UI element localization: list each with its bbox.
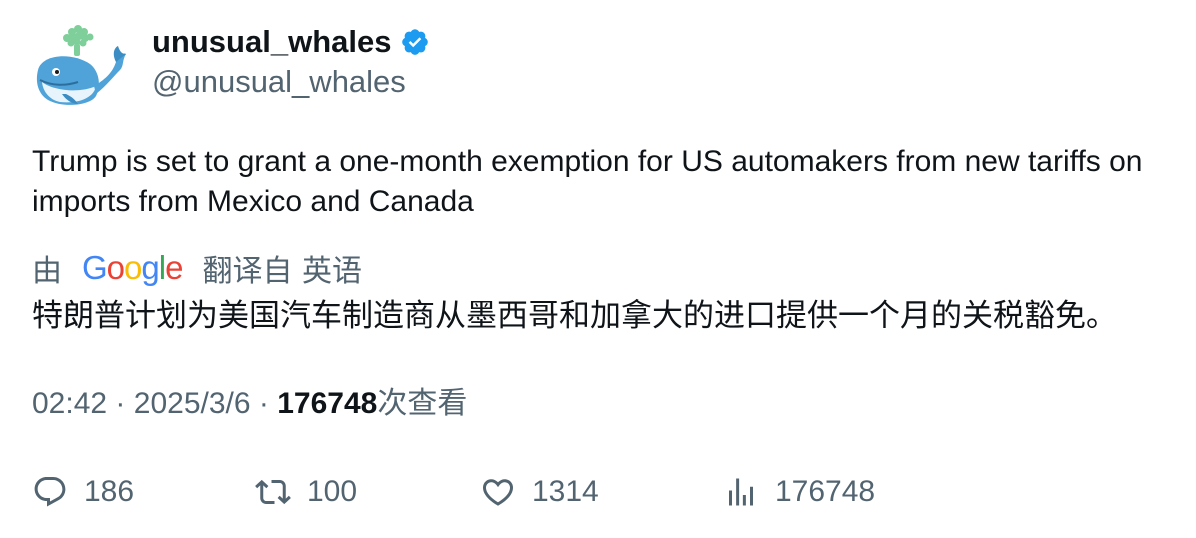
user-handle[interactable]: @unusual_whales (152, 62, 406, 102)
retweet-count: 100 (307, 475, 358, 508)
retweet-button[interactable]: 100 (255, 470, 357, 514)
tweet-date[interactable]: 2025/3/6 (134, 387, 251, 420)
verified-badge-icon (402, 29, 429, 55)
display-name-text: unusual_whales (152, 24, 392, 59)
reply-count: 186 (84, 475, 135, 508)
meta-separator: · (258, 387, 269, 420)
views-count: 176748 (277, 387, 378, 420)
retweet-icon (255, 479, 291, 505)
views-button[interactable]: 176748 (723, 470, 875, 514)
display-name[interactable]: unusual_whales (152, 22, 430, 62)
like-count: 1314 (532, 475, 599, 508)
views-action-count: 176748 (775, 475, 876, 508)
translation-attribution[interactable]: 由 Google 翻译自 英语 (32, 246, 362, 290)
google-logo: Google (82, 249, 183, 286)
tweet-meta: 02:42 · 2025/3/6 · 176748次查看 (32, 384, 467, 424)
like-button[interactable]: 1314 (480, 470, 599, 514)
translation-prefix: 由 (32, 254, 62, 289)
translated-text: 特朗普计划为美国汽车制造商从墨西哥和加拿大的进口提供一个月的关税豁免。 (32, 298, 1117, 334)
bar-chart-icon (729, 478, 753, 506)
avatar[interactable] (32, 24, 128, 114)
whale-avatar-icon (36, 25, 126, 105)
tweet-text: Trump is set to grant a one-month exempt… (32, 145, 1143, 218)
tweet-time[interactable]: 02:42 (32, 387, 107, 420)
heart-icon (482, 479, 514, 506)
reply-icon (34, 477, 66, 507)
meta-separator: · (115, 387, 126, 420)
translation-suffix: 翻译自 英语 (202, 254, 362, 289)
reply-button[interactable]: 186 (32, 470, 134, 514)
views-label: 次查看 (377, 386, 468, 421)
